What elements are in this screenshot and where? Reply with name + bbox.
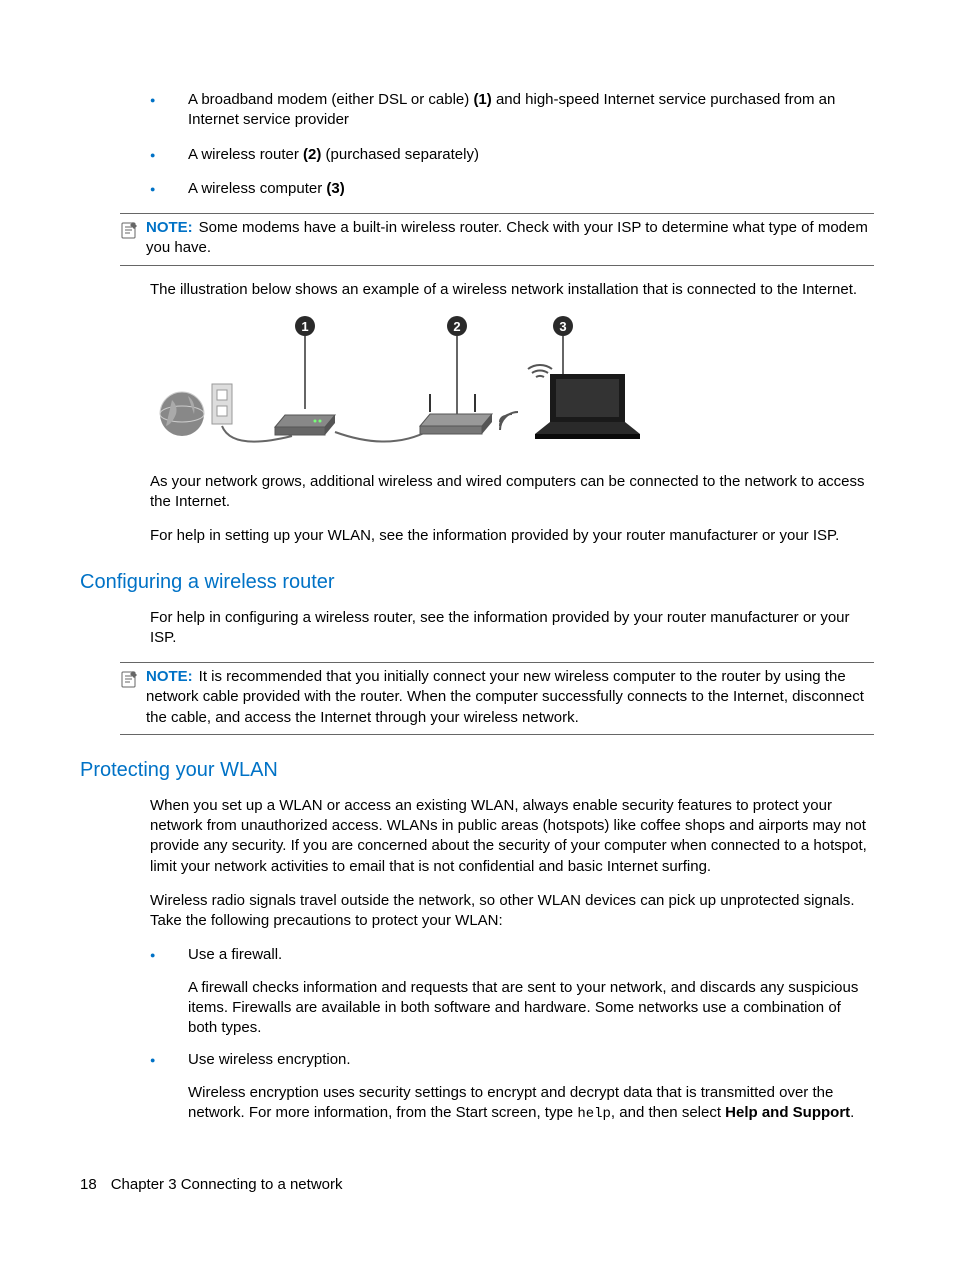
list-item: Use wireless encryption. Wireless encryp… — [150, 1050, 874, 1123]
item-text-b: (purchased separately) — [321, 146, 479, 163]
equipment-list: A broadband modem (either DSL or cable) … — [150, 90, 874, 199]
network-diagram: 1 2 3 — [150, 314, 660, 454]
page-number: 18 — [80, 1176, 97, 1193]
item-ref: (2) — [303, 146, 321, 163]
help-wlan-para: For help in setting up your WLAN, see th… — [150, 526, 874, 546]
note-box: NOTE:Some modems have a built-in wireles… — [120, 213, 874, 266]
note-body: It is recommended that you initially con… — [146, 668, 864, 726]
protect-para-1: When you set up a WLAN or access an exis… — [150, 796, 874, 877]
item-text-a: A wireless computer — [188, 180, 326, 197]
precaution-head: Use a firewall. — [188, 946, 282, 963]
list-item: Use a firewall. A firewall checks inform… — [150, 945, 874, 1038]
list-item: A wireless computer (3) — [150, 179, 874, 199]
note-box: NOTE:It is recommended that you initiall… — [120, 662, 874, 735]
illustration-intro: The illustration below shows an example … — [150, 280, 874, 300]
precaution-head: Use wireless encryption. — [188, 1051, 351, 1068]
item-text-a: A wireless router — [188, 146, 303, 163]
svg-text:3: 3 — [559, 319, 566, 334]
svg-text:2: 2 — [453, 319, 460, 334]
precautions-list: Use a firewall. A firewall checks inform… — [150, 945, 874, 1123]
note-icon — [120, 669, 140, 689]
list-item: A wireless router (2) (purchased separat… — [150, 145, 874, 165]
text-b: , and then select — [611, 1104, 725, 1121]
item-ref: (3) — [326, 180, 344, 197]
list-item: A broadband modem (either DSL or cable) … — [150, 90, 874, 131]
note-label: NOTE: — [146, 668, 193, 685]
network-grows-para: As your network grows, additional wirele… — [150, 472, 874, 513]
precaution-body: Wireless encryption uses security settin… — [188, 1083, 874, 1124]
page-footer: 18 Chapter 3 Connecting to a network — [80, 1175, 343, 1195]
bold-text: Help and Support — [725, 1104, 850, 1121]
note-content: NOTE:It is recommended that you initiall… — [146, 667, 874, 728]
inline-code: help — [577, 1106, 611, 1122]
heading-protecting: Protecting your WLAN — [80, 757, 874, 784]
chapter-label: Chapter 3 Connecting to a network — [111, 1176, 343, 1193]
note-label: NOTE: — [146, 219, 193, 236]
text-c: . — [850, 1104, 854, 1121]
precaution-body: A firewall checks information and reques… — [188, 978, 874, 1039]
item-text-a: A broadband modem (either DSL or cable) — [188, 91, 473, 108]
item-ref: (1) — [473, 91, 491, 108]
note-content: NOTE:Some modems have a built-in wireles… — [146, 218, 874, 259]
svg-text:1: 1 — [301, 319, 308, 334]
note-icon — [120, 220, 140, 240]
config-para: For help in configuring a wireless route… — [150, 608, 874, 649]
heading-configuring: Configuring a wireless router — [80, 569, 874, 596]
note-body: Some modems have a built-in wireless rou… — [146, 219, 868, 256]
protect-para-2: Wireless radio signals travel outside th… — [150, 891, 874, 932]
